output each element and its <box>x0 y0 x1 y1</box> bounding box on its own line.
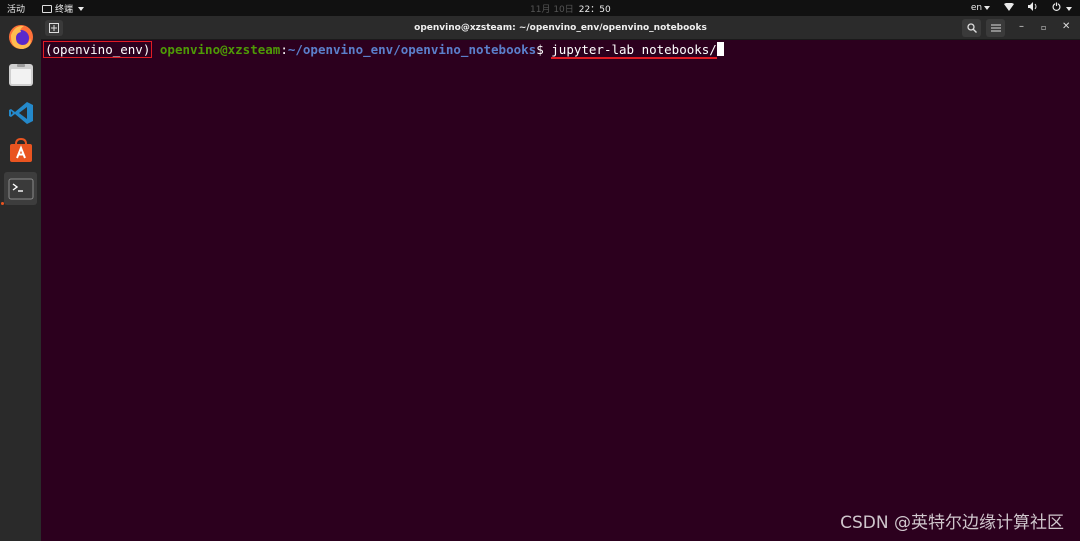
top-panel: 活动 终端 11月 10日 22：50 en <box>0 0 1080 16</box>
menu-button[interactable] <box>986 19 1005 37</box>
text-cursor <box>716 42 724 56</box>
prompt-path: ~/openvino_env/openvino_notebooks <box>287 42 537 57</box>
prompt-userhost: openvino@xzsteam <box>159 42 281 57</box>
terminal-area[interactable]: (openvino_env) openvino@xzsteam:~/openvi… <box>41 40 1080 541</box>
terminal-titlebar: openvino@xzsteam: ~/openvino_env/openvin… <box>41 16 1080 40</box>
running-indicator <box>1 202 4 205</box>
network-icon[interactable] <box>1004 2 1015 14</box>
software-store-icon[interactable] <box>4 134 37 167</box>
window-title: openvino@xzsteam: ~/openvino_env/openvin… <box>414 23 707 33</box>
chevron-down-icon <box>984 5 991 10</box>
dock <box>0 16 41 541</box>
language-label: en <box>970 3 983 13</box>
terminal-mini-icon <box>42 4 52 13</box>
chevron-down-icon <box>78 6 85 11</box>
terminal-icon[interactable] <box>4 172 37 205</box>
system-tray: en <box>971 2 1072 14</box>
hamburger-icon <box>990 24 1001 32</box>
clock-date: 11月 10日 <box>530 5 574 15</box>
prompt-line: (openvino_env) openvino@xzsteam:~/openvi… <box>43 41 724 59</box>
minimize-button[interactable]: – <box>1019 21 1024 32</box>
maximize-button[interactable]: ▫ <box>1041 23 1046 32</box>
vscode-icon[interactable] <box>4 96 37 129</box>
power-icon[interactable] <box>1052 2 1072 14</box>
volume-icon[interactable] <box>1028 2 1038 14</box>
watermark: CSDN @英特尔边缘计算社区 <box>840 513 1064 533</box>
prompt-char: $ <box>536 42 552 57</box>
files-icon[interactable] <box>4 58 37 91</box>
prompt-separator: : <box>280 42 288 57</box>
clock[interactable]: 11月 10日 22：50 <box>530 2 611 15</box>
close-button[interactable]: ✕ <box>1062 21 1070 32</box>
search-button[interactable] <box>962 19 981 37</box>
app-menu[interactable]: 终端 <box>42 2 85 15</box>
venv-indicator: (openvino_env) <box>43 41 153 58</box>
activities-button[interactable]: 活动 <box>7 2 25 15</box>
chevron-down-icon <box>1066 6 1072 11</box>
language-selector[interactable]: en <box>970 3 991 13</box>
clock-time: 22：50 <box>578 5 611 15</box>
app-menu-label: 终端 <box>55 5 74 15</box>
firefox-icon[interactable] <box>4 20 37 53</box>
command-text: jupyter-lab notebooks/ <box>551 42 717 59</box>
search-icon <box>966 23 977 33</box>
